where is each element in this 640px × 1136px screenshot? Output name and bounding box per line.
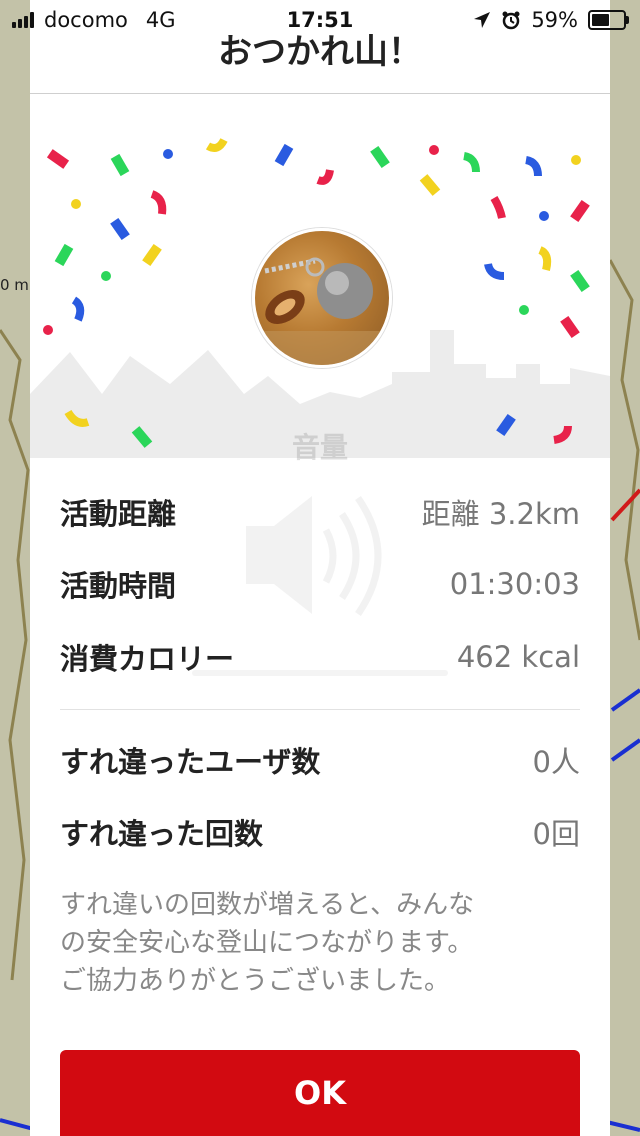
- pass-value: 0人: [532, 745, 580, 779]
- stat-value: 距離 3.2km: [421, 497, 580, 531]
- status-bar: docomo 4G 17:51 59%: [0, 0, 640, 40]
- location-arrow-icon: [474, 12, 491, 28]
- pass-value: 0回: [532, 817, 580, 851]
- thanks-note: すれ違いの回数が増えると、みんな の安全安心な登山につながります。 ご協力ありが…: [60, 886, 580, 1000]
- stat-row-calories: 消費カロリー 462 kcal: [60, 635, 580, 679]
- ok-button[interactable]: OK: [60, 1050, 580, 1136]
- note-line: すれ違いの回数が増えると、みんな: [60, 890, 475, 920]
- avatar: [252, 228, 392, 368]
- alarm-icon: [502, 11, 520, 30]
- note-line: ご協力ありがとうございました。: [60, 966, 451, 996]
- stat-value: 01:30:03: [449, 567, 580, 601]
- stat-label: 活動時間: [60, 569, 177, 603]
- celebration-banner: [30, 94, 610, 458]
- map-scale-label: 0 m: [0, 276, 29, 294]
- stat-label: 活動距離: [60, 497, 177, 531]
- stat-row-time: 活動時間 01:30:03: [60, 562, 580, 606]
- battery-icon: [588, 10, 629, 30]
- stat-label: 消費カロリー: [60, 642, 235, 676]
- stat-value: 462 kcal: [456, 640, 580, 674]
- bell-keychain-photo: [255, 257, 389, 365]
- pass-label: すれ違った回数: [60, 817, 264, 851]
- note-line: の安全安心な登山につながります。: [60, 928, 474, 958]
- battery-percent: 59%: [531, 8, 578, 32]
- pass-label: すれ違ったユーザ数: [60, 745, 321, 779]
- stat-row-distance: 活動距離 距離 3.2km: [60, 490, 580, 534]
- pass-row-users: すれ違ったユーザ数 0人: [60, 738, 580, 782]
- completion-dialog: おつかれ山！ 活動距離 距離 3.2km 活動時間 01:30:03 消費カロリ…: [30, 0, 610, 1136]
- pass-row-count: すれ違った回数 0回: [60, 810, 580, 854]
- stats-divider: [60, 709, 580, 710]
